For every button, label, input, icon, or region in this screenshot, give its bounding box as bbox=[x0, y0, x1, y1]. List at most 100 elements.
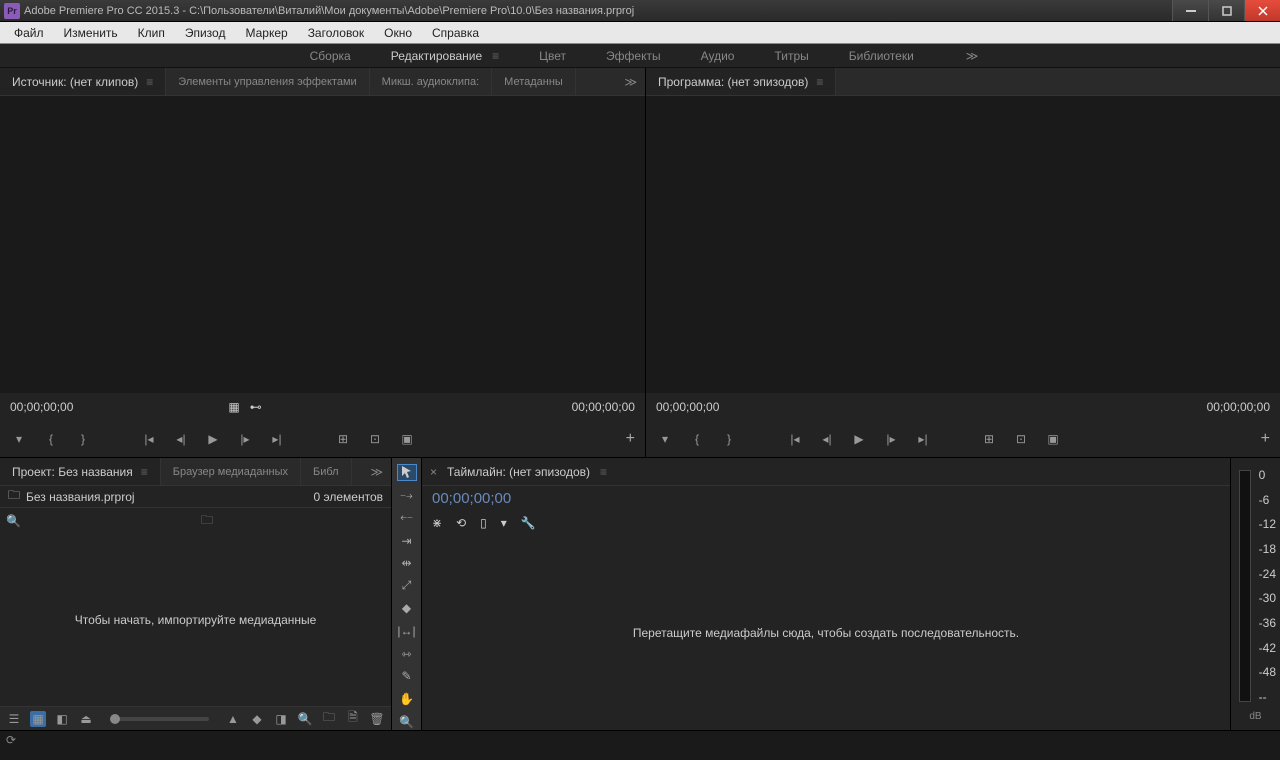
marker-icon[interactable]: ▾ bbox=[656, 430, 674, 448]
play-icon[interactable]: ▶ bbox=[204, 430, 222, 448]
program-monitor[interactable] bbox=[646, 96, 1280, 393]
settings-icon[interactable]: 🔧 bbox=[521, 516, 536, 530]
menu-help[interactable]: Справка bbox=[422, 24, 489, 42]
menu-clip[interactable]: Клип bbox=[128, 24, 175, 42]
source-monitor[interactable] bbox=[0, 96, 645, 393]
export-frame-icon[interactable]: ▣ bbox=[1044, 430, 1062, 448]
bin-icon[interactable]: 🗀 bbox=[201, 511, 213, 532]
freeform-view-icon[interactable]: ◧ bbox=[54, 711, 70, 727]
step-forward-icon[interactable]: |▸ bbox=[882, 430, 900, 448]
slide-tool-icon[interactable]: ⇿ bbox=[397, 645, 417, 662]
go-to-out-icon[interactable]: ▸| bbox=[268, 430, 286, 448]
zoom-slider[interactable] bbox=[110, 717, 209, 721]
rate-stretch-icon[interactable]: ⤢ bbox=[397, 578, 417, 595]
new-item-icon[interactable]: 🗎 bbox=[345, 711, 361, 727]
burger-icon[interactable]: ≡ bbox=[141, 465, 148, 479]
tabs-overflow-icon[interactable]: ≫ bbox=[616, 75, 645, 89]
snap-icon[interactable]: ⋇ bbox=[432, 516, 442, 530]
workspace-editing[interactable]: Редактирование≡ bbox=[383, 45, 507, 67]
track-select-forward-icon[interactable]: ⤍ bbox=[397, 487, 417, 504]
add-button-icon[interactable]: + bbox=[1261, 430, 1270, 448]
zoom-tool-icon[interactable]: 🔍 bbox=[397, 713, 417, 730]
search-icon[interactable]: 🔍 bbox=[6, 514, 21, 528]
workspace-libraries[interactable]: Библиотеки bbox=[841, 45, 922, 67]
close-icon[interactable]: × bbox=[430, 465, 437, 479]
workspace-overflow-icon[interactable]: ≫ bbox=[966, 49, 979, 63]
slip-tool-icon[interactable]: |↔| bbox=[397, 623, 417, 640]
workspace-titles[interactable]: Титры bbox=[766, 45, 816, 67]
sync-icon[interactable]: ⟳ bbox=[6, 733, 16, 747]
razor-tool-icon[interactable]: ◆ bbox=[397, 600, 417, 617]
export-frame-icon[interactable]: ▣ bbox=[398, 430, 416, 448]
tab-source[interactable]: Источник: (нет клипов)≡ bbox=[0, 68, 166, 95]
marker-icon[interactable]: ▾ bbox=[10, 430, 28, 448]
timeline-drop-area[interactable]: Перетащите медиафайлы сюда, чтобы создат… bbox=[422, 535, 1230, 730]
lift-icon[interactable]: ⊞ bbox=[980, 430, 998, 448]
menu-edit[interactable]: Изменить bbox=[54, 24, 128, 42]
step-back-icon[interactable]: ◂| bbox=[818, 430, 836, 448]
search-icon[interactable]: 🔍 bbox=[297, 711, 313, 727]
new-bin-icon[interactable]: 🗀 bbox=[321, 711, 337, 727]
tabs-overflow-icon[interactable]: ≫ bbox=[362, 465, 391, 479]
menu-window[interactable]: Окно bbox=[374, 24, 422, 42]
step-forward-icon[interactable]: |▸ bbox=[236, 430, 254, 448]
workspace-color[interactable]: Цвет bbox=[531, 45, 574, 67]
timeline-timecode[interactable]: 00;00;00;00 bbox=[422, 486, 1230, 511]
workspace-audio[interactable]: Аудио bbox=[693, 45, 743, 67]
burger-icon[interactable]: ≡ bbox=[492, 49, 499, 63]
track-select-backward-icon[interactable]: ⤌ bbox=[397, 510, 417, 527]
list-view-icon[interactable]: ☰ bbox=[6, 711, 22, 727]
go-to-out-icon[interactable]: ▸| bbox=[914, 430, 932, 448]
out-point-icon[interactable]: } bbox=[74, 430, 92, 448]
find-icon[interactable]: ◨ bbox=[273, 711, 289, 727]
play-icon[interactable]: ▶ bbox=[850, 430, 868, 448]
linked-selection-icon[interactable]: ⟲ bbox=[456, 516, 466, 530]
project-item-count: 0 элементов bbox=[313, 490, 383, 504]
sort-toggle-icon[interactable]: ◆ bbox=[249, 711, 265, 727]
overwrite-icon[interactable]: ⊡ bbox=[366, 430, 384, 448]
menu-title[interactable]: Заголовок bbox=[298, 24, 374, 42]
automate-icon[interactable]: ▲ bbox=[225, 711, 241, 727]
step-back-icon[interactable]: ◂| bbox=[172, 430, 190, 448]
burger-icon[interactable]: ≡ bbox=[816, 75, 823, 89]
hand-tool-icon[interactable]: ✋ bbox=[397, 691, 417, 708]
menu-sequence[interactable]: Эпизод bbox=[175, 24, 236, 42]
rolling-edit-icon[interactable]: ⇹ bbox=[397, 555, 417, 572]
tab-audio-mixer[interactable]: Микш. аудиоклипа: bbox=[370, 68, 493, 95]
tab-effect-controls[interactable]: Элементы управления эффектами bbox=[166, 68, 369, 95]
in-point-icon[interactable]: { bbox=[688, 430, 706, 448]
workspace-assembly[interactable]: Сборка bbox=[302, 45, 359, 67]
burger-icon[interactable]: ≡ bbox=[600, 465, 607, 479]
out-point-icon[interactable]: } bbox=[720, 430, 738, 448]
close-button[interactable] bbox=[1244, 0, 1280, 21]
add-marker-icon[interactable]: ▯ bbox=[480, 516, 487, 530]
pen-tool-icon[interactable]: ✎ bbox=[397, 668, 417, 685]
menu-marker[interactable]: Маркер bbox=[235, 24, 297, 42]
project-drop-area[interactable]: Чтобы начать, импортируйте медиаданные bbox=[0, 534, 391, 706]
minimize-button[interactable] bbox=[1172, 0, 1208, 21]
workspace-effects[interactable]: Эффекты bbox=[598, 45, 669, 67]
selection-tool-icon[interactable] bbox=[397, 464, 417, 481]
marker-icon[interactable]: ▾ bbox=[501, 516, 507, 530]
tab-libraries-short[interactable]: Библ bbox=[301, 458, 352, 485]
menu-file[interactable]: Файл bbox=[4, 24, 54, 42]
tab-media-browser[interactable]: Браузер медиаданных bbox=[161, 458, 301, 485]
insert-icon[interactable]: ⊞ bbox=[334, 430, 352, 448]
delete-icon[interactable]: 🗑 bbox=[369, 711, 385, 727]
fit-icon[interactable]: ▦ bbox=[228, 400, 239, 414]
add-button-icon[interactable]: + bbox=[626, 430, 635, 448]
tab-timeline[interactable]: Таймлайн: (нет эпизодов) bbox=[447, 465, 590, 479]
ripple-edit-icon[interactable]: ⇥ bbox=[397, 532, 417, 549]
burger-icon[interactable]: ≡ bbox=[146, 75, 153, 89]
sequence-icon[interactable]: ⊷ bbox=[250, 400, 262, 414]
extract-icon[interactable]: ⊡ bbox=[1012, 430, 1030, 448]
go-to-in-icon[interactable]: |◂ bbox=[140, 430, 158, 448]
sort-icon[interactable]: ⏏ bbox=[78, 711, 94, 727]
go-to-in-icon[interactable]: |◂ bbox=[786, 430, 804, 448]
tab-metadata[interactable]: Метаданны bbox=[492, 68, 576, 95]
in-point-icon[interactable]: { bbox=[42, 430, 60, 448]
tab-project[interactable]: Проект: Без названия≡ bbox=[0, 458, 161, 485]
thumbnail-view-icon[interactable]: ▦ bbox=[30, 711, 46, 727]
tab-program[interactable]: Программа: (нет эпизодов)≡ bbox=[646, 68, 836, 95]
maximize-button[interactable] bbox=[1208, 0, 1244, 21]
